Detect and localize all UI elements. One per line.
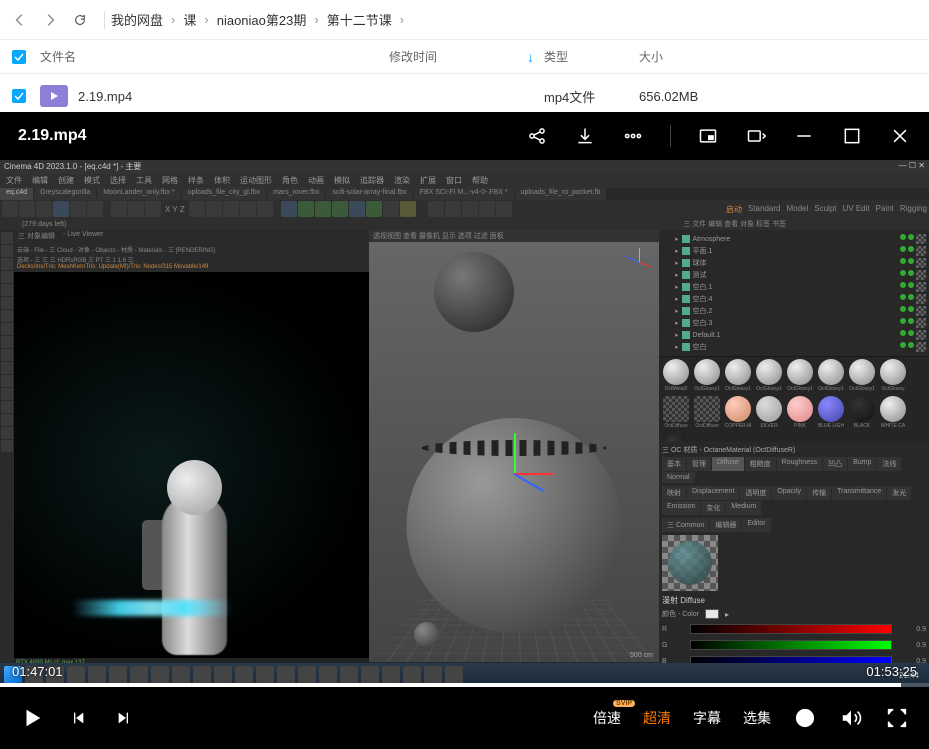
slider-r — [690, 624, 892, 634]
axis-indicator-icon — [625, 248, 653, 276]
current-time: 01:47:01 — [12, 664, 63, 679]
pip-button[interactable] — [697, 125, 719, 147]
c4d-menubar: 文件编辑创建模式选择工具网格样条体积运动图形角色动画模拟追踪器渲染扩展窗口帮助 — [0, 174, 929, 188]
playlist-button[interactable]: 选集 — [743, 708, 771, 728]
col-check[interactable] — [12, 50, 32, 64]
select-all-checkbox[interactable] — [12, 50, 26, 64]
file-type: mp4文件 — [544, 87, 639, 106]
material-editor: 三 OC 材质 - OctaneMaterial (OctDiffuseR) 基… — [659, 442, 929, 687]
breadcrumb-item[interactable]: 课 — [183, 10, 196, 29]
player-controls: 倍速SVIP 超清 字幕 选集 — [0, 687, 929, 749]
c4d-titlebar: Cinema 4D 2023.1.0 - [eq.c4d *] - 主要 — ☐… — [0, 160, 929, 174]
file-size: 656.02MB — [639, 89, 929, 104]
breadcrumb: 我的网盘 › 课 › niaoniao第23期 › 第十二节课 › — [111, 10, 408, 29]
left-toolbar — [0, 230, 14, 662]
table-header: 文件名 修改时间↓ 类型 大小 — [0, 40, 929, 74]
breadcrumb-sep: › — [171, 12, 175, 27]
share-button[interactable] — [526, 125, 548, 147]
slider-g — [690, 640, 892, 650]
maximize-button[interactable] — [841, 125, 863, 147]
material-browser: OctMetal2OctGlossy1OctGlossy1OctGlossy1O… — [659, 357, 929, 442]
breadcrumb-sep: › — [400, 12, 404, 27]
download-button[interactable] — [574, 125, 596, 147]
breadcrumb-sep: › — [314, 12, 318, 27]
window-controls: — ☐ ✕ — [899, 161, 925, 173]
volume-button[interactable] — [839, 706, 863, 730]
object-tree: ▸Atmosphere▸平面.1▸球体▸测试▸空白.1▸空白.4▸空白.2▸空白… — [659, 230, 929, 357]
c4d-file-tabs: eq.c4dGreyscalegorillaMoonLander_only.fb… — [0, 188, 929, 200]
col-name-header[interactable]: 文件名 — [32, 48, 389, 65]
viewport-header: 透视视图 查看 摄像机 显示 选项 过滤 面板 — [369, 230, 659, 242]
render-header: 三 对象编辑- Live Viewer — [14, 230, 369, 244]
minimize-button[interactable] — [793, 125, 815, 147]
c4d-toolbar: X Y Z 启动StandardModelSculptUV EditPaintR… — [0, 200, 929, 218]
prev-button[interactable] — [66, 706, 90, 730]
divider — [670, 125, 671, 147]
close-button[interactable] — [889, 125, 911, 147]
c4d-secondary-toolbar: (279 days left) 三 文件 编辑 查看 对象 标签 书签 — [0, 218, 929, 230]
viewport-scene: 500 cm — [369, 242, 659, 662]
material-preview — [662, 535, 718, 591]
breadcrumb-item[interactable]: niaoniao第23期 — [217, 10, 307, 29]
c4d-window: Cinema 4D 2023.1.0 - [eq.c4d *] - 主要 — ☐… — [0, 160, 929, 687]
theater-button[interactable] — [745, 125, 767, 147]
player-title: 2.19.mp4 — [18, 127, 526, 145]
breadcrumb-sep: › — [204, 12, 208, 27]
color-swatch — [705, 609, 719, 619]
total-time: 01:53:25 — [866, 664, 917, 679]
video-file-icon — [40, 85, 68, 107]
col-type-header[interactable]: 类型 — [544, 48, 639, 65]
nav-back-button[interactable] — [8, 8, 32, 32]
nav-bar: 我的网盘 › 课 › niaoniao第23期 › 第十二节课 › — [0, 0, 929, 40]
render-panel: 三 对象编辑- Live Viewer 云端 - File - 三 Cloud … — [14, 230, 369, 662]
viewport: 透视视图 查看 摄像机 显示 选项 过滤 面板 500 cm — [369, 230, 659, 662]
speed-button[interactable]: 倍速SVIP — [593, 708, 621, 728]
render-view — [14, 272, 369, 658]
video-player: 2.19.mp4 Cinema 4D 2023.1.0 - [eq.c4d *]… — [0, 112, 929, 749]
sort-arrow-icon: ↓ — [527, 49, 534, 65]
quality-button[interactable]: 超清 — [643, 708, 671, 728]
next-button[interactable] — [112, 706, 136, 730]
settings-button[interactable] — [793, 706, 817, 730]
svip-badge: SVIP — [613, 700, 635, 707]
right-panel: ▸Atmosphere▸平面.1▸球体▸测试▸空白.1▸空白.4▸空白.2▸空白… — [659, 230, 929, 662]
fullscreen-button[interactable] — [885, 706, 909, 730]
col-time-header[interactable]: 修改时间↓ — [389, 48, 544, 65]
more-button[interactable] — [622, 125, 644, 147]
video-content[interactable]: Cinema 4D 2023.1.0 - [eq.c4d *] - 主要 — ☐… — [0, 160, 929, 687]
nav-forward-button[interactable] — [38, 8, 62, 32]
row-checkbox[interactable] — [12, 89, 26, 103]
play-button[interactable] — [20, 706, 44, 730]
breadcrumb-item[interactable]: 第十二节课 — [327, 10, 392, 29]
astronaut-render — [132, 450, 252, 658]
c4d-main: 三 对象编辑- Live Viewer 云端 - File - 三 Cloud … — [0, 230, 929, 662]
breadcrumb-item[interactable]: 我的网盘 — [111, 10, 163, 29]
divider — [104, 11, 105, 29]
player-header: 2.19.mp4 — [0, 112, 929, 160]
subtitle-button[interactable]: 字幕 — [693, 708, 721, 728]
col-size-header[interactable]: 大小 — [639, 48, 929, 65]
file-name: 2.19.mp4 — [78, 89, 132, 104]
nav-refresh-button[interactable] — [68, 8, 92, 32]
